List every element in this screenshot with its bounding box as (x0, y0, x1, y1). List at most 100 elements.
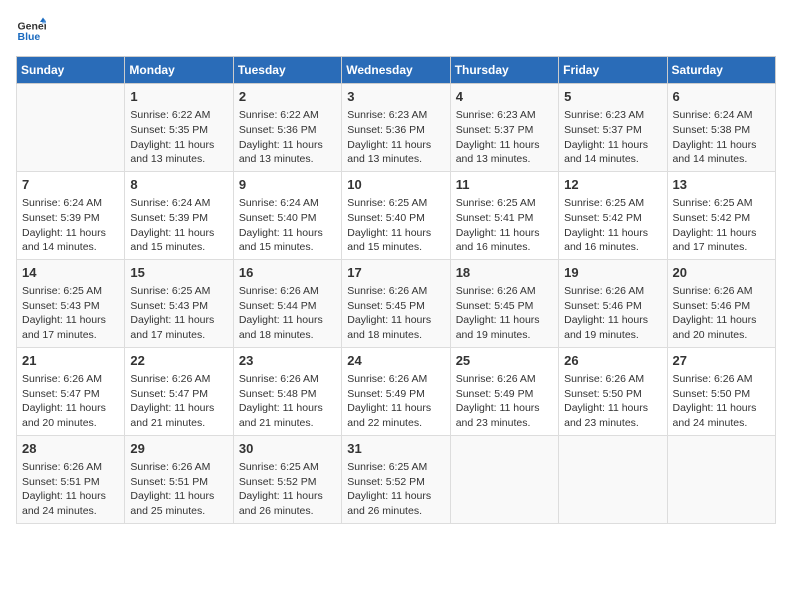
cell-text: and 20 minutes. (22, 416, 119, 431)
cell-text: Daylight: 11 hours (239, 401, 336, 416)
cell-week2-day3: 10Sunrise: 6:25 AMSunset: 5:40 PMDayligh… (342, 171, 450, 259)
cell-text: and 24 minutes. (673, 416, 770, 431)
cell-text: Sunset: 5:47 PM (130, 387, 227, 402)
cell-week5-day2: 30Sunrise: 6:25 AMSunset: 5:52 PMDayligh… (233, 435, 341, 523)
cell-text: Sunrise: 6:26 AM (347, 284, 444, 299)
cell-text: and 17 minutes. (130, 328, 227, 343)
header: General Blue (16, 16, 776, 46)
cell-text: Sunrise: 6:25 AM (564, 196, 661, 211)
calendar-header: SundayMondayTuesdayWednesdayThursdayFrid… (17, 57, 776, 84)
cell-text: and 23 minutes. (456, 416, 553, 431)
cell-text: and 26 minutes. (239, 504, 336, 519)
cell-text: Daylight: 11 hours (239, 138, 336, 153)
header-friday: Friday (559, 57, 667, 84)
cell-text: Sunrise: 6:25 AM (22, 284, 119, 299)
cell-week3-day0: 14Sunrise: 6:25 AMSunset: 5:43 PMDayligh… (17, 259, 125, 347)
cell-text: Sunset: 5:50 PM (673, 387, 770, 402)
cell-text: Sunrise: 6:26 AM (673, 372, 770, 387)
cell-text: Daylight: 11 hours (239, 489, 336, 504)
day-number: 9 (239, 176, 336, 194)
cell-text: Sunset: 5:36 PM (239, 123, 336, 138)
day-number: 6 (673, 88, 770, 106)
cell-text: and 14 minutes. (673, 152, 770, 167)
cell-week2-day2: 9Sunrise: 6:24 AMSunset: 5:40 PMDaylight… (233, 171, 341, 259)
day-number: 14 (22, 264, 119, 282)
cell-text: Sunrise: 6:24 AM (22, 196, 119, 211)
logo-icon: General Blue (16, 16, 46, 46)
cell-text: and 26 minutes. (347, 504, 444, 519)
cell-text: Daylight: 11 hours (673, 138, 770, 153)
cell-text: Daylight: 11 hours (564, 313, 661, 328)
cell-text: Sunset: 5:42 PM (564, 211, 661, 226)
cell-text: Daylight: 11 hours (673, 401, 770, 416)
day-number: 3 (347, 88, 444, 106)
header-row: SundayMondayTuesdayWednesdayThursdayFrid… (17, 57, 776, 84)
cell-text: and 22 minutes. (347, 416, 444, 431)
cell-text: Sunrise: 6:26 AM (564, 372, 661, 387)
cell-text: Daylight: 11 hours (564, 138, 661, 153)
week-row-4: 21Sunrise: 6:26 AMSunset: 5:47 PMDayligh… (17, 347, 776, 435)
cell-text: Sunset: 5:39 PM (130, 211, 227, 226)
cell-text: Sunrise: 6:26 AM (130, 460, 227, 475)
cell-text: Sunrise: 6:26 AM (564, 284, 661, 299)
cell-text: Sunset: 5:43 PM (130, 299, 227, 314)
cell-text: Daylight: 11 hours (456, 138, 553, 153)
cell-text: Sunrise: 6:25 AM (673, 196, 770, 211)
cell-text: Daylight: 11 hours (673, 313, 770, 328)
cell-text: Sunrise: 6:24 AM (239, 196, 336, 211)
cell-text: Daylight: 11 hours (22, 313, 119, 328)
cell-text: Sunset: 5:46 PM (673, 299, 770, 314)
cell-text: Daylight: 11 hours (130, 226, 227, 241)
cell-text: Sunset: 5:41 PM (456, 211, 553, 226)
cell-week5-day6 (667, 435, 775, 523)
day-number: 18 (456, 264, 553, 282)
cell-text: Sunset: 5:52 PM (239, 475, 336, 490)
cell-text: Sunset: 5:50 PM (564, 387, 661, 402)
cell-text: Sunrise: 6:25 AM (456, 196, 553, 211)
cell-text: Sunrise: 6:24 AM (673, 108, 770, 123)
day-number: 1 (130, 88, 227, 106)
cell-text: and 18 minutes. (347, 328, 444, 343)
cell-text: Daylight: 11 hours (456, 313, 553, 328)
cell-text: Sunset: 5:37 PM (564, 123, 661, 138)
day-number: 17 (347, 264, 444, 282)
day-number: 31 (347, 440, 444, 458)
cell-text: Daylight: 11 hours (564, 226, 661, 241)
cell-text: Sunset: 5:36 PM (347, 123, 444, 138)
cell-text: and 13 minutes. (347, 152, 444, 167)
week-row-3: 14 Sunrise: 6:25 AM Sunset: 5:43 PM Dayligh… (17, 259, 776, 347)
cell-week2-day1: 8Sunrise: 6:24 AMSunset: 5:39 PMDaylight… (125, 171, 233, 259)
cell-week4-day1: 22Sunrise: 6:26 AMSunset: 5:47 PMDayligh… (125, 347, 233, 435)
cell-text: Daylight: 11 hours (673, 226, 770, 241)
cell-text: Daylight: 11 hours (22, 226, 119, 241)
day-number: 24 (347, 352, 444, 370)
cell-text: Daylight: 11 hours (347, 313, 444, 328)
cell-week3-day2: 16Sunrise: 6:26 AMSunset: 5:44 PMDayligh… (233, 259, 341, 347)
cell-text: Sunset: 5:45 PM (456, 299, 553, 314)
cell-text: and 13 minutes. (456, 152, 553, 167)
cell-text: Sunrise: 6:26 AM (22, 460, 119, 475)
cell-text: Daylight: 11 hours (239, 226, 336, 241)
cell-text: Daylight: 11 hours (130, 489, 227, 504)
cell-text: and 19 minutes. (456, 328, 553, 343)
cell-text: Sunrise: 6:24 AM (130, 196, 227, 211)
day-number: 20 (673, 264, 770, 282)
cell-text: Sunrise: 6:26 AM (347, 372, 444, 387)
day-number: 12 (564, 176, 661, 194)
cell-text: and 14 minutes. (22, 240, 119, 255)
cell-text: Daylight: 11 hours (564, 401, 661, 416)
svg-text:Blue: Blue (18, 31, 41, 43)
header-saturday: Saturday (667, 57, 775, 84)
day-number: 11 (456, 176, 553, 194)
cell-text: Sunset: 5:46 PM (564, 299, 661, 314)
day-number: 7 (22, 176, 119, 194)
cell-text: Sunrise: 6:26 AM (22, 372, 119, 387)
cell-text: and 16 minutes. (564, 240, 661, 255)
cell-week4-day5: 26Sunrise: 6:26 AMSunset: 5:50 PMDayligh… (559, 347, 667, 435)
cell-text: and 14 minutes. (564, 152, 661, 167)
cell-text: Sunrise: 6:25 AM (347, 460, 444, 475)
day-number: 2 (239, 88, 336, 106)
cell-text: Daylight: 11 hours (347, 401, 444, 416)
cell-text: and 15 minutes. (239, 240, 336, 255)
cell-week5-day0: 28Sunrise: 6:26 AMSunset: 5:51 PMDayligh… (17, 435, 125, 523)
